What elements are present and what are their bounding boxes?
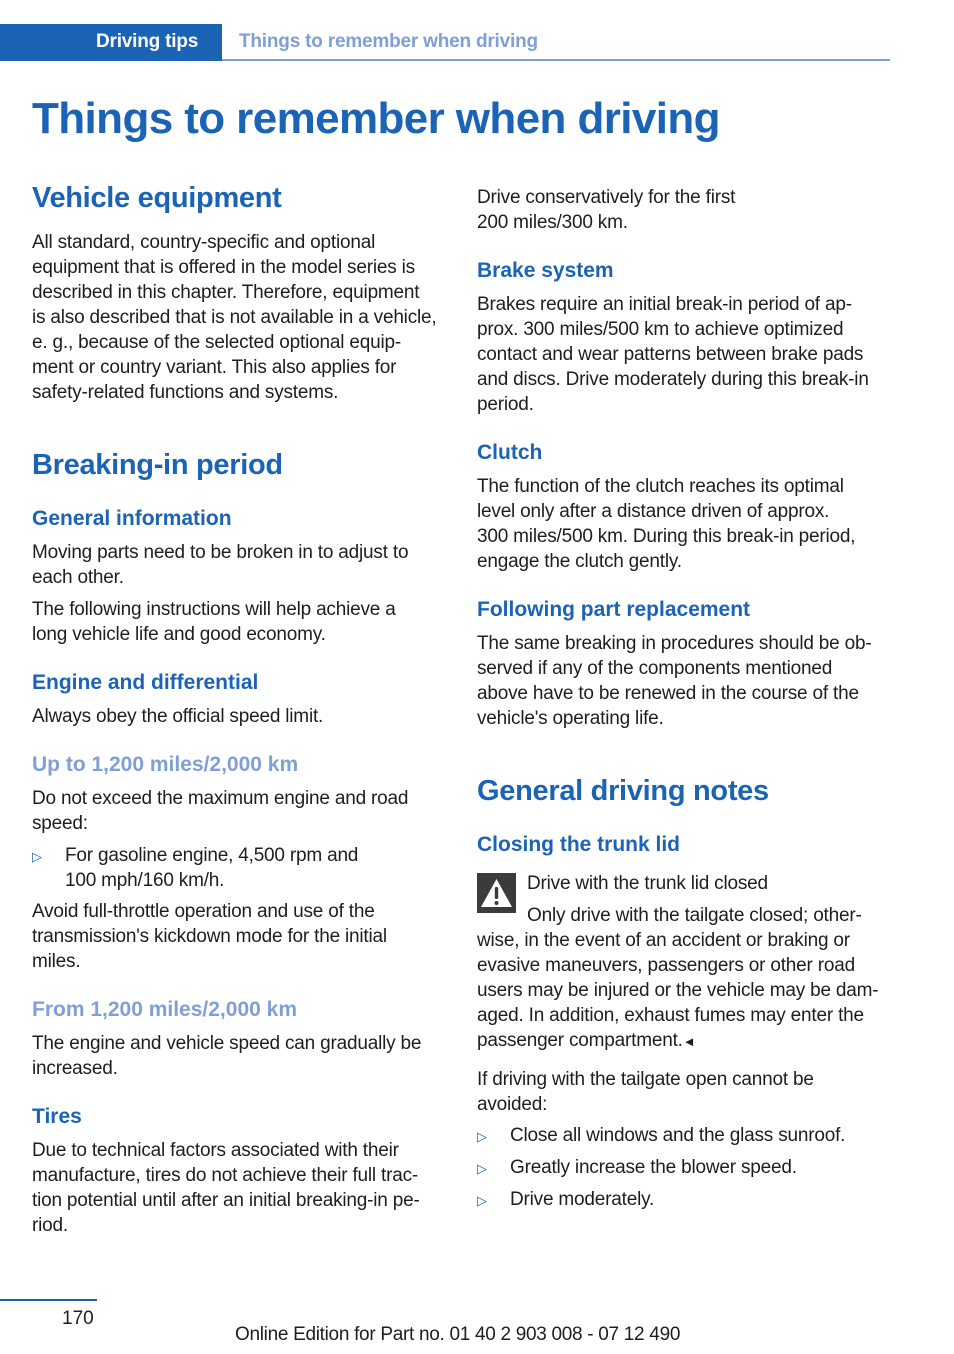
section-breadcrumb[interactable]: Things to remember when driving (239, 31, 538, 53)
warning-title: Drive with the trunk lid closed (527, 873, 768, 894)
warning-triangle-icon (477, 873, 516, 913)
general-information-text-2: The following instructions will help ach… (32, 599, 396, 645)
heading-breaking-in-period: Breaking-in period (32, 449, 283, 481)
heading-closing-trunk-lid: Closing the trunk lid (477, 833, 680, 856)
footer-rule (0, 1299, 97, 1301)
up-to-intro-text: Do not exceed the maximum engine and roa… (32, 788, 409, 834)
drive-conservatively-text: Drive conservatively for the first 200 m… (477, 187, 736, 233)
tailgate-open-intro: If driving with the tailgate open cannot… (477, 1069, 814, 1115)
up-to-after-text: Avoid full-throttle operation and use of… (32, 901, 387, 972)
edition-note: Online Edition for Part no. 01 40 2 903 … (235, 1324, 681, 1345)
engine-differential-text: Always obey the official speed limit. (32, 706, 324, 727)
heading-engine-differential: Engine and differential (32, 671, 259, 694)
heading-vehicle-equipment: Vehicle equipment (32, 182, 282, 214)
page-number: 170 (62, 1308, 94, 1329)
bullet-triangle-icon: ▷ (32, 849, 42, 864)
brake-system-text: Brakes require an initial break-in perio… (477, 294, 869, 415)
heading-clutch: Clutch (477, 441, 543, 464)
clutch-text: The function of the clutch reaches its o… (477, 476, 856, 572)
chapter-label[interactable]: Driving tips (96, 31, 198, 53)
from-text: The engine and vehicle speed can gradual… (32, 1033, 422, 1079)
heading-general-driving-notes: General driving notes (477, 775, 769, 807)
end-of-warning-icon: ◄ (682, 1034, 696, 1049)
heading-up-to-1200: Up to 1,200 miles/2,000 km (32, 753, 299, 776)
bullet-triangle-icon: ▷ (477, 1129, 487, 1144)
bullet-triangle-icon: ▷ (477, 1161, 487, 1176)
warning-text: Only drive with the tailgate closed; oth… (477, 905, 879, 1051)
heading-from-1200: From 1,200 miles/2,000 km (32, 998, 297, 1021)
heading-following-part-replacement: Following part replacement (477, 598, 751, 621)
part-replacement-text: The same breaking in procedures should b… (477, 633, 872, 729)
heading-tires: Tires (32, 1105, 82, 1128)
heading-general-information: General information (32, 507, 232, 530)
header-rule (222, 59, 890, 61)
tires-text: Due to technical factors associated with… (32, 1140, 420, 1236)
heading-brake-system: Brake system (477, 259, 614, 282)
general-information-text-1: Moving parts need to be broken in to adj… (32, 542, 409, 588)
vehicle-equipment-text: All standard, country-specific and optio… (32, 232, 437, 403)
page-title: Things to remember when driving (32, 94, 721, 143)
bullet-triangle-icon: ▷ (477, 1193, 487, 1208)
